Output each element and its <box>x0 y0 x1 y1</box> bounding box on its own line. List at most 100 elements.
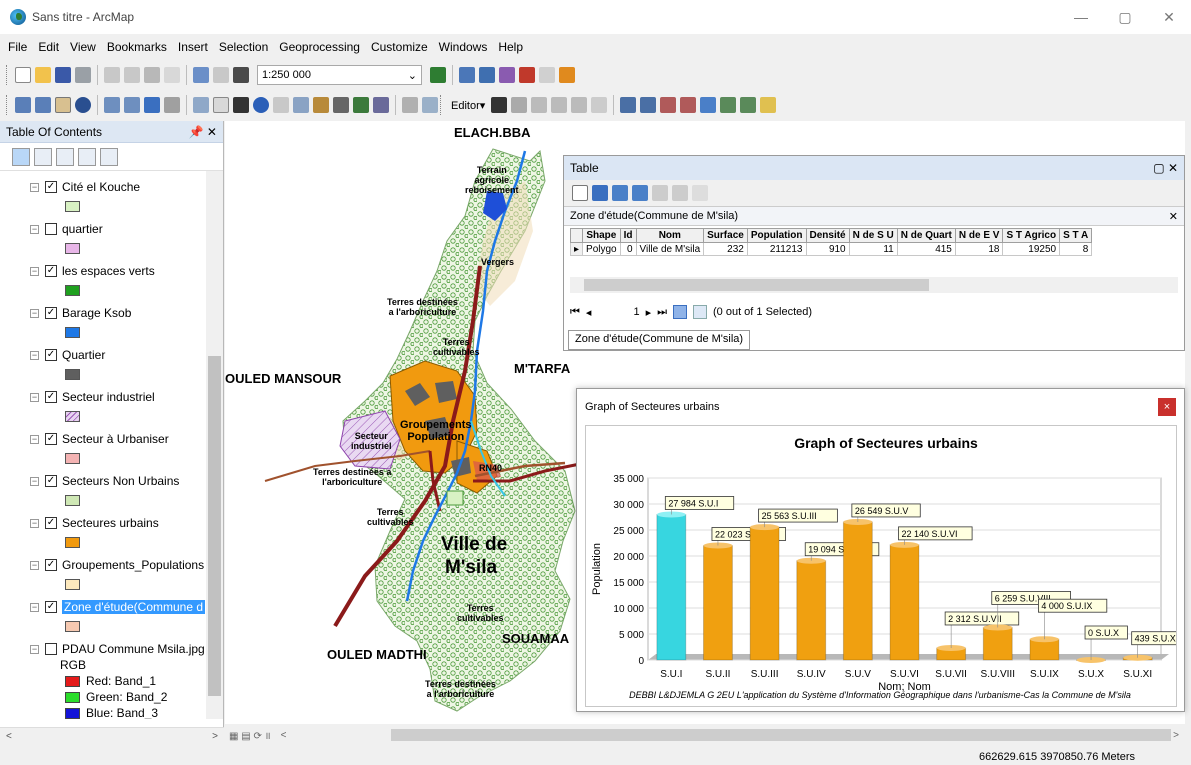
catalog-icon[interactable] <box>479 67 495 83</box>
paste-icon[interactable] <box>144 67 160 83</box>
toolbar-grip[interactable] <box>6 95 9 115</box>
table-layer-tab[interactable]: Zone d'étude(Commune de M'sila) ✕ <box>564 206 1184 226</box>
layer-item[interactable]: − quartier <box>8 221 206 254</box>
table-horizontal-scrollbar[interactable] <box>570 277 1178 293</box>
current-record-field[interactable]: 1 <box>633 306 639 318</box>
menu-file[interactable]: File <box>8 40 27 54</box>
layer-checkbox[interactable]: ✓ <box>45 181 57 193</box>
table-cell[interactable]: 18 <box>954 242 1004 256</box>
table-cell[interactable]: 11 <box>848 242 898 256</box>
collapse-icon[interactable]: − <box>30 182 39 192</box>
column-header[interactable]: Id <box>619 228 637 243</box>
table-bottom-tab[interactable]: Zone d'étude(Commune de M'sila) <box>568 330 751 350</box>
collapse-icon[interactable]: − <box>30 476 39 486</box>
forward-icon[interactable] <box>164 97 180 113</box>
zoom-to-selected-icon[interactable] <box>672 185 688 201</box>
table-cell[interactable]: 211213 <box>746 242 807 256</box>
editor-menu-button[interactable]: Editor▾ <box>447 99 489 112</box>
menu-view[interactable]: View <box>70 40 96 54</box>
collapse-icon[interactable]: − <box>30 518 39 528</box>
split-tool-icon[interactable] <box>680 97 697 113</box>
layer-symbol-swatch[interactable] <box>65 411 80 422</box>
layer-item[interactable]: − ✓ Cité el Kouche <box>8 179 206 212</box>
layer-name-selected[interactable]: Zone d'étude(Commune d <box>62 600 206 614</box>
layer-checkbox[interactable] <box>45 643 57 655</box>
layout-view-icon[interactable]: ▦ ▤ ⟳ ॥ <box>229 728 271 742</box>
menu-bookmarks[interactable]: Bookmarks <box>107 40 167 54</box>
column-header[interactable]: Nom <box>635 228 705 243</box>
table-of-contents-icon[interactable] <box>459 67 475 83</box>
cut-icon[interactable] <box>104 67 120 83</box>
clear-selection-icon[interactable] <box>652 185 668 201</box>
layer-name[interactable]: Cité el Kouche <box>62 180 140 194</box>
select-by-attributes-icon[interactable] <box>612 185 628 201</box>
menu-help[interactable]: Help <box>498 40 523 54</box>
menu-customize[interactable]: Customize <box>371 40 428 54</box>
collapse-icon[interactable]: − <box>30 266 39 276</box>
reshape-feature-icon[interactable] <box>640 97 657 113</box>
close-table-tab-icon[interactable]: ✕ <box>1169 210 1178 223</box>
collapse-icon[interactable]: − <box>30 392 39 402</box>
scrollbar-thumb[interactable] <box>584 279 929 291</box>
collapse-icon[interactable]: − <box>30 308 39 318</box>
copy-icon[interactable] <box>124 67 140 83</box>
minimize-button[interactable]: — <box>1059 0 1103 34</box>
collapse-icon[interactable]: − <box>30 434 39 444</box>
maximize-button[interactable]: ▢ <box>1103 0 1147 34</box>
switch-selection-icon[interactable] <box>632 185 648 201</box>
time-slider-icon[interactable] <box>402 97 418 113</box>
graph-window-titlebar[interactable]: Graph of Secteures urbains × <box>577 389 1184 425</box>
arctoolbox-icon[interactable] <box>519 67 535 83</box>
layer-symbol-swatch[interactable] <box>65 201 80 212</box>
table-window-controls[interactable]: ▢ ✕ <box>1153 161 1178 175</box>
layer-checkbox[interactable]: ✓ <box>45 601 57 613</box>
menu-windows[interactable]: Windows <box>439 40 488 54</box>
html-popup-icon[interactable] <box>293 97 309 113</box>
list-by-drawing-order-icon[interactable] <box>12 147 30 166</box>
layer-item[interactable]: − ✓ Quartier <box>8 347 206 380</box>
layer-symbol-swatch[interactable] <box>65 621 80 632</box>
collapse-icon[interactable]: − <box>30 602 39 612</box>
column-header[interactable]: Surface <box>703 228 748 243</box>
table-window-titlebar[interactable]: Table ▢ ✕ <box>564 156 1184 180</box>
table-cell[interactable]: Ville de M'sila <box>635 242 705 256</box>
point-icon[interactable] <box>591 97 608 113</box>
redo-icon[interactable] <box>213 67 229 83</box>
menu-insert[interactable]: Insert <box>178 40 208 54</box>
table-row[interactable]: ▸ Polygo 0 Ville de M'sila 232 211213 91… <box>569 242 1093 256</box>
create-features-icon[interactable] <box>760 97 777 113</box>
row-selector[interactable]: ▸ <box>569 242 584 256</box>
table-cell[interactable]: 910 <box>805 242 850 256</box>
layer-symbol-swatch[interactable] <box>65 495 80 506</box>
attributes-icon[interactable] <box>720 97 737 113</box>
layer-item[interactable]: − ✓ Barage Ksob <box>8 305 206 338</box>
column-header[interactable]: Shape <box>582 228 621 243</box>
show-all-records-icon[interactable] <box>673 305 687 319</box>
column-header[interactable]: N de Quart <box>896 228 956 243</box>
edit-tool-icon[interactable] <box>491 97 508 113</box>
toc-options-icon[interactable] <box>100 147 118 166</box>
table-cell[interactable]: 19250 <box>1002 242 1061 256</box>
scrollbar-thumb[interactable] <box>391 729 1171 741</box>
graph-close-button[interactable]: × <box>1158 398 1176 416</box>
sketch-properties-icon[interactable] <box>740 97 757 113</box>
layer-name[interactable]: Quartier <box>62 348 105 362</box>
find-icon[interactable] <box>333 97 349 113</box>
measure-icon[interactable] <box>313 97 329 113</box>
layer-item[interactable]: − ✓ Secteur industriel <box>8 389 206 422</box>
menu-edit[interactable]: Edit <box>38 40 59 54</box>
layer-checkbox[interactable]: ✓ <box>45 475 57 487</box>
delete-selected-icon[interactable] <box>692 185 708 201</box>
fixed-zoom-out-icon[interactable] <box>124 97 140 113</box>
layer-item[interactable]: − ✓ les espaces verts <box>8 263 206 296</box>
next-record-icon[interactable]: ▸ <box>646 306 652 319</box>
raster-layer-item[interactable]: − PDAU Commune Msila.jpg RGB Red: Band_1 … <box>8 641 206 719</box>
clear-selection-icon[interactable] <box>213 97 229 113</box>
cut-polygons-icon[interactable] <box>660 97 677 113</box>
show-selected-records-icon[interactable] <box>693 305 707 319</box>
layer-symbol-swatch[interactable] <box>65 579 80 590</box>
layer-name[interactable]: Barage Ksob <box>62 306 131 320</box>
select-features-icon[interactable] <box>193 97 209 113</box>
new-document-icon[interactable] <box>15 67 31 83</box>
python-window-icon[interactable] <box>539 67 555 83</box>
